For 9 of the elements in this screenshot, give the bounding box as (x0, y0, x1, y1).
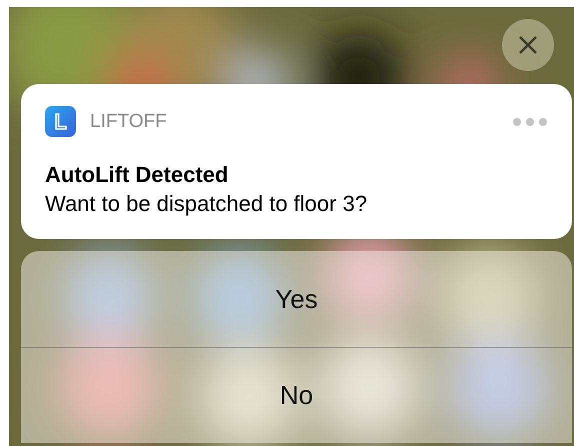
action-button[interactable]: Yes (21, 251, 572, 347)
notification-card[interactable]: LIFTOFF AutoLift Detected Want to be dispatched to floor 3? (21, 84, 572, 239)
app-name: LIFTOFF (90, 110, 168, 132)
notification-title: AutoLift Detected (45, 161, 230, 189)
action-button[interactable]: No (21, 347, 572, 443)
close-icon (518, 35, 538, 55)
app-icon (45, 106, 76, 137)
close-button[interactable] (502, 19, 554, 71)
notification-message: Want to be dispatched to floor 3? (45, 190, 368, 218)
